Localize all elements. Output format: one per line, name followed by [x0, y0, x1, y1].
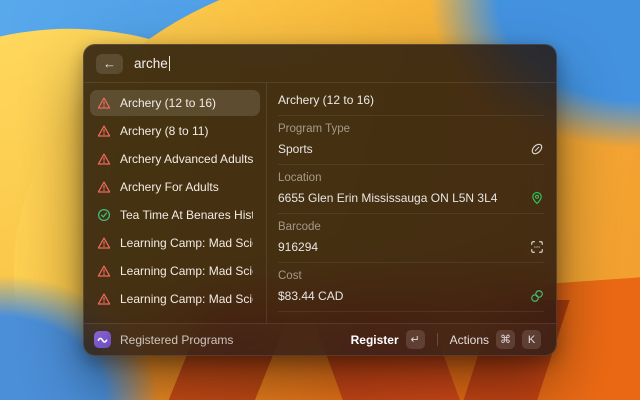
detail-panel: Archery (12 to 16) Program Type Sports L…: [267, 83, 556, 323]
detail-date-rows: Start Date: July 10, 2022, 4:00 PM End D…: [278, 311, 544, 323]
warning-icon: [97, 292, 111, 306]
k-key-icon: K: [522, 330, 541, 349]
warning-icon: [97, 152, 111, 166]
search-input[interactable]: arche: [134, 56, 170, 71]
list-item[interactable]: Tea Time At Benares Historic Ho...: [90, 202, 260, 228]
sports-ball-icon: [530, 142, 544, 156]
detail-section: Program Type Sports: [278, 115, 544, 164]
back-button[interactable]: ←: [96, 54, 123, 74]
action-bar: Registered Programs Register ↵ Actions ⌘…: [84, 323, 556, 355]
back-arrow-icon: ←: [103, 54, 116, 74]
actions-label: Actions: [450, 333, 489, 347]
warning-icon: [97, 264, 111, 278]
launcher-window: ← arche Archery (12 to 16) Archery (8 to…: [83, 44, 557, 356]
search-bar: ← arche: [84, 45, 556, 83]
text-cursor: [169, 56, 171, 71]
search-query-text: arche: [134, 56, 168, 71]
command-key-icon: ⌘: [496, 330, 515, 349]
return-key-icon: ↵: [406, 330, 425, 349]
actions-button[interactable]: Actions ⌘ K: [445, 327, 546, 352]
footer-divider: [437, 333, 438, 346]
coins-icon: [530, 289, 544, 303]
detail-section-label: Barcode: [278, 221, 544, 233]
list-item[interactable]: Archery Advanced Adults: [90, 146, 260, 172]
command-name: Registered Programs: [120, 333, 233, 347]
detail-section-label: Location: [278, 172, 544, 184]
list-item[interactable]: Learning Camp: Mad Science -...: [90, 230, 260, 256]
list-item[interactable]: Archery For Adults: [90, 174, 260, 200]
location-pin-icon: [530, 191, 544, 205]
warning-icon: [97, 236, 111, 250]
results-list: Archery (12 to 16) Archery (8 to 11) Arc…: [84, 83, 266, 323]
detail-section-label: Program Type: [278, 123, 544, 135]
detail-sections: Program Type Sports Location 6655 Glen E…: [278, 115, 544, 311]
detail-section-value: Sports: [278, 142, 530, 156]
warning-icon: [97, 180, 111, 194]
warning-icon: [97, 124, 111, 138]
detail-title: Archery (12 to 16): [278, 83, 544, 115]
detail-section: Cost $83.44 CAD: [278, 262, 544, 311]
scan-icon: [530, 240, 544, 254]
check-circle-icon: [97, 208, 111, 222]
list-item[interactable]: Learning Camp: Mad Science -...: [90, 258, 260, 284]
content-area: Archery (12 to 16) Archery (8 to 11) Arc…: [84, 83, 556, 323]
detail-section-value: 6655 Glen Erin Mississauga ON L5N 3L4: [278, 191, 530, 205]
register-label: Register: [351, 333, 399, 347]
detail-section-label: Cost: [278, 270, 544, 282]
detail-section-value: 916294: [278, 240, 530, 254]
list-item[interactable]: Archery (8 to 11): [90, 118, 260, 144]
list-item[interactable]: Learning Camp: Mad Science -...: [90, 286, 260, 312]
warning-icon: [97, 96, 111, 110]
detail-section-value: $83.44 CAD: [278, 289, 530, 303]
list-item[interactable]: Archery (12 to 16): [90, 90, 260, 116]
desktop-wallpaper: ← arche Archery (12 to 16) Archery (8 to…: [0, 0, 640, 400]
registered-programs-app-icon: [94, 331, 111, 348]
detail-section: Location 6655 Glen Erin Mississauga ON L…: [278, 164, 544, 213]
detail-section: Barcode 916294: [278, 213, 544, 262]
register-button[interactable]: Register ↵: [346, 327, 430, 352]
